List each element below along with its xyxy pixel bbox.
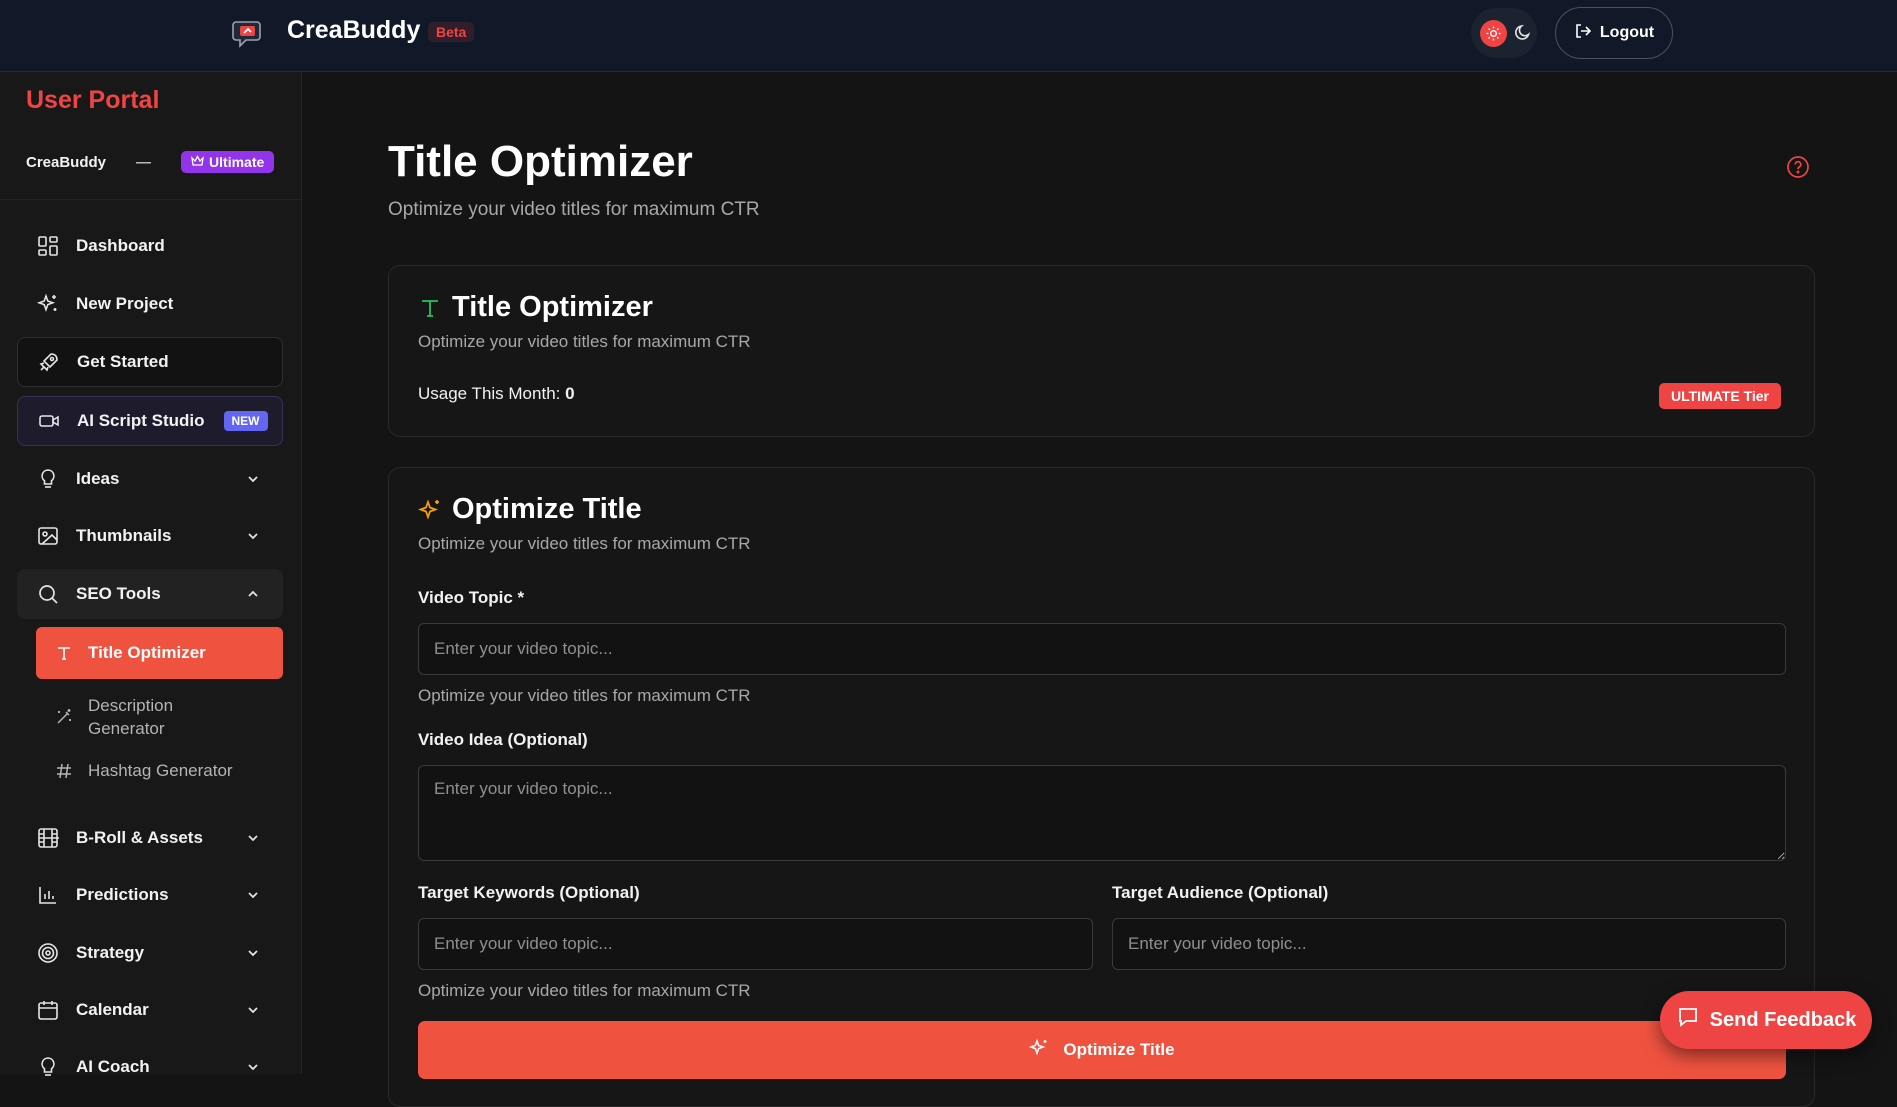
target-audience-input[interactable]	[1112, 918, 1786, 970]
page-subtitle: Optimize your video titles for maximum C…	[388, 199, 760, 220]
sidebar: User Portal CreaBuddy — Ultimate Dashboa…	[0, 72, 302, 1076]
chevron-up-icon[interactable]	[245, 586, 261, 602]
user-name: CreaBuddy	[26, 153, 107, 171]
dashboard-icon	[37, 235, 59, 257]
nav-get-started[interactable]: Get Started	[17, 337, 283, 387]
form-card-title: Optimize Title	[418, 493, 642, 526]
target-icon	[37, 942, 59, 964]
nav-new-project[interactable]: New Project	[17, 279, 283, 329]
info-card: Title Optimizer Optimize your video titl…	[388, 265, 1815, 437]
chat-bubble-icon	[1676, 1005, 1700, 1035]
send-feedback-button[interactable]: Send Feedback	[1660, 991, 1872, 1049]
logout-label: Logout	[1599, 24, 1655, 41]
user-info: CreaBuddy — Ultimate	[26, 148, 276, 176]
search-icon	[37, 583, 59, 605]
sparkles-icon	[1029, 1038, 1049, 1063]
chevron-down-icon[interactable]	[245, 471, 261, 487]
nav-broll-assets[interactable]: B-Roll & Assets	[17, 813, 283, 863]
logout-button[interactable]: Logout	[1555, 7, 1673, 59]
chevron-down-icon[interactable]	[245, 830, 261, 846]
crown-icon	[191, 154, 204, 170]
nav-strategy[interactable]: Strategy	[17, 928, 283, 978]
calendar-icon	[37, 999, 59, 1021]
info-card-subtitle: Optimize your video titles for maximum C…	[418, 332, 751, 351]
lightbulb-icon	[37, 468, 59, 490]
nav-ai-coach[interactable]: AI Coach	[17, 1042, 283, 1092]
image-icon	[37, 525, 59, 547]
magic-wand-icon	[54, 707, 74, 727]
sun-icon[interactable]	[1480, 20, 1507, 47]
video-topic-hint: Optimize your video titles for maximum C…	[418, 686, 751, 705]
optimize-title-button[interactable]: Optimize Title	[418, 1021, 1786, 1079]
usage-counter: Usage This Month: 0	[418, 384, 575, 403]
optimize-form-card: Optimize Title Optimize your video title…	[388, 467, 1815, 1107]
moon-icon[interactable]	[1513, 22, 1533, 42]
page-title: Title Optimizer	[388, 137, 693, 186]
sub-item-hashtag-generator[interactable]: Hashtag Generator	[36, 748, 283, 794]
video-idea-textarea[interactable]	[418, 765, 1786, 861]
video-topic-input[interactable]	[418, 623, 1786, 675]
logo-icon[interactable]	[232, 17, 264, 49]
portal-title: User Portal	[26, 86, 160, 114]
nav-ai-script-studio[interactable]: AI Script Studio NEW	[17, 396, 283, 446]
lightbulb-icon	[37, 1056, 59, 1078]
info-card-title: Title Optimizer	[418, 291, 653, 324]
video-icon	[38, 410, 60, 432]
chevron-down-icon[interactable]	[245, 1059, 261, 1075]
target-keywords-label: Target Keywords (Optional)	[418, 883, 640, 902]
sub-item-description-generator[interactable]: Description Generator	[36, 688, 283, 746]
brand-name[interactable]: CreaBuddy	[287, 16, 420, 45]
target-keywords-input[interactable]	[418, 918, 1093, 970]
sparkles-icon	[418, 498, 442, 522]
beta-badge: Beta	[428, 22, 475, 42]
nav-thumbnails[interactable]: Thumbnails	[17, 511, 283, 561]
chevron-down-icon[interactable]	[245, 887, 261, 903]
tier-badge: Ultimate	[181, 151, 275, 173]
bar-chart-icon	[37, 884, 59, 906]
tier-status-badge: ULTIMATE Tier	[1659, 383, 1781, 409]
nav-ideas[interactable]: Ideas	[17, 454, 283, 504]
form-card-subtitle: Optimize your video titles for maximum C…	[418, 534, 751, 553]
chevron-down-icon[interactable]	[245, 945, 261, 961]
nav-dashboard[interactable]: Dashboard	[17, 221, 283, 271]
chevron-down-icon[interactable]	[245, 1002, 261, 1018]
target-audience-label: Target Audience (Optional)	[1112, 883, 1329, 902]
rocket-icon	[38, 351, 60, 373]
sparkles-icon	[37, 293, 59, 315]
top-bar: CreaBuddy Beta Logout	[0, 0, 1897, 72]
film-icon	[37, 827, 59, 849]
keywords-hint: Optimize your video titles for maximum C…	[418, 981, 751, 1000]
nav-predictions[interactable]: Predictions	[17, 870, 283, 920]
video-topic-label: Video Topic *	[418, 588, 525, 607]
sub-item-title-optimizer[interactable]: Title Optimizer	[36, 627, 283, 679]
user-separator: —	[136, 153, 152, 171]
new-badge: NEW	[223, 411, 268, 431]
sidebar-divider	[0, 199, 302, 200]
type-icon	[54, 643, 74, 663]
type-icon	[418, 296, 442, 320]
theme-toggle[interactable]	[1471, 8, 1537, 58]
chevron-down-icon[interactable]	[245, 528, 261, 544]
help-icon[interactable]	[1786, 155, 1810, 179]
nav-seo-tools[interactable]: SEO Tools	[17, 569, 283, 619]
logout-icon	[1574, 22, 1592, 45]
hash-icon	[54, 761, 74, 781]
video-idea-label: Video Idea (Optional)	[418, 730, 588, 749]
nav-calendar[interactable]: Calendar	[17, 985, 283, 1035]
